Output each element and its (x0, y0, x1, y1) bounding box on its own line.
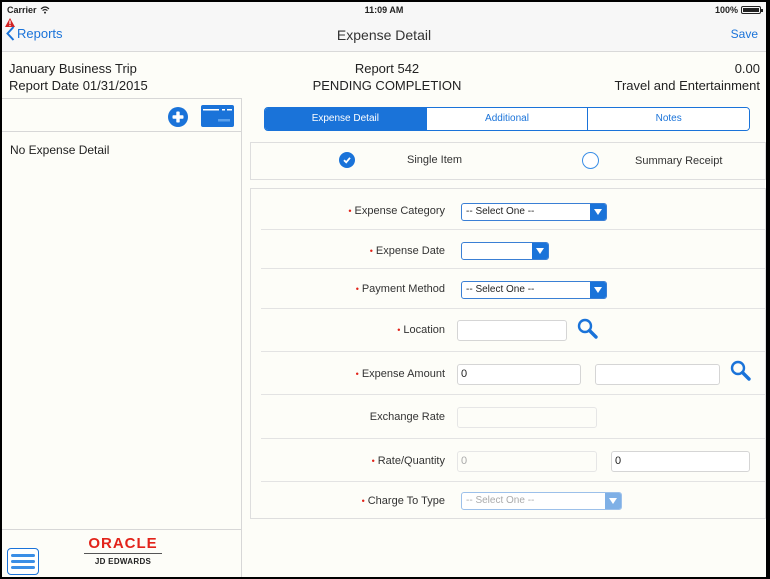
expense-date-select[interactable] (461, 242, 549, 260)
report-amount: 0.00 (734, 61, 760, 76)
report-summary-left: January Business Trip Report Date 01/31/… (9, 60, 148, 94)
single-item-label: Single Item (407, 154, 463, 166)
status-bar: Carrier 11:09 AM 100% (2, 2, 766, 18)
add-expense-icon[interactable] (168, 107, 188, 127)
currency-input[interactable] (595, 364, 720, 385)
charge-to-type-row: • Charge To Type -- Select One -- (251, 482, 765, 519)
required-marker: • (361, 496, 365, 506)
unchecked-radio-icon (582, 152, 599, 169)
expense-category-row: • Expense Category -- Select One -- (251, 189, 765, 230)
rate-input[interactable]: 0 (457, 451, 597, 472)
report-summary-center: Report 542 PENDING COMPLETION (242, 60, 532, 94)
dropdown-arrow-icon (605, 493, 621, 509)
location-label: • Location (397, 324, 445, 336)
jd-edwards-logo-text: JD EDWARDS (94, 557, 152, 566)
tab-expense-detail[interactable]: Expense Detail (265, 108, 426, 130)
page-title: Expense Detail (336, 27, 432, 43)
detail-tabs: Expense Detail Additional Notes (264, 107, 750, 131)
dropdown-arrow-icon (590, 282, 606, 298)
battery-info: 100% (714, 5, 763, 15)
clock: 11:09 AM (364, 5, 404, 15)
report-type: Travel and Entertainment (614, 78, 760, 93)
expense-list-toolbar (2, 99, 241, 132)
hamburger-icon-line (11, 560, 35, 563)
report-number: Report 542 (354, 61, 420, 76)
battery-percent: 100% (714, 5, 738, 15)
required-marker: • (369, 246, 373, 256)
battery-icon (741, 6, 763, 14)
receipt-type-selector: Single Item Summary Receipt (250, 142, 766, 180)
expense-category-select[interactable]: -- Select One -- (461, 203, 607, 221)
expense-amount-row: • Expense Amount 0 (251, 352, 765, 395)
empty-list-message: No Expense Detail (10, 143, 110, 157)
menu-button[interactable] (7, 548, 39, 575)
charge-to-type-label: • Charge To Type (361, 495, 445, 507)
required-marker: • (355, 284, 359, 294)
quantity-input[interactable]: 0 (611, 451, 750, 472)
expense-date-row: • Expense Date (251, 230, 765, 269)
expense-category-label: • Expense Category (348, 205, 445, 217)
expense-amount-label: • Expense Amount (355, 368, 445, 380)
tab-notes[interactable]: Notes (587, 108, 749, 130)
charge-to-type-select[interactable]: -- Select One -- (461, 492, 622, 510)
rate-quantity-label: • Rate/Quantity (371, 455, 445, 467)
required-marker: • (371, 456, 375, 466)
navigation-bar: Reports Expense Detail Save (2, 18, 766, 52)
summary-receipt-label: Summary Receipt (635, 154, 723, 167)
currency-search-icon[interactable] (730, 360, 752, 382)
exchange-rate-input[interactable] (457, 407, 597, 428)
oracle-logo-text: ORACLE (84, 536, 162, 554)
tab-additional[interactable]: Additional (425, 108, 588, 130)
required-marker: • (348, 206, 352, 216)
dropdown-arrow-icon (532, 243, 548, 259)
payment-method-select[interactable]: -- Select One -- (461, 281, 607, 299)
report-status: PENDING COMPLETION (312, 78, 462, 93)
expense-list-panel: No Expense Detail ORACLE JD EDWARDS (2, 98, 242, 577)
payment-method-label: • Payment Method (355, 283, 445, 295)
exchange-rate-row: Exchange Rate (251, 395, 765, 439)
expense-amount-input[interactable]: 0 (457, 364, 581, 385)
required-marker: • (397, 325, 401, 335)
report-date: Report Date 01/31/2015 (9, 78, 148, 93)
trip-name: January Business Trip (9, 61, 137, 76)
payment-method-row: • Payment Method -- Select One -- (251, 269, 765, 309)
app-frame: Carrier 11:09 AM 100% Reports Expense De… (2, 2, 766, 577)
report-summary-right: 0.00 Travel and Entertainment (615, 60, 760, 94)
single-item-option[interactable]: Single Item (339, 152, 462, 168)
hamburger-icon-line (11, 566, 35, 569)
expense-date-label: • Expense Date (369, 245, 445, 257)
checked-radio-icon (339, 152, 355, 168)
location-row: • Location (251, 309, 765, 352)
oracle-jd-edwards-logo: ORACLE JD EDWARDS (84, 536, 162, 566)
expense-detail-form: • Expense Category -- Select One -- • Expe… (250, 188, 766, 519)
save-button[interactable]: Save (731, 27, 758, 41)
exchange-rate-label: Exchange Rate (369, 411, 445, 423)
hamburger-icon-line (11, 554, 35, 557)
location-search-icon[interactable] (577, 318, 599, 340)
left-panel-footer: ORACLE JD EDWARDS (2, 529, 241, 577)
required-marker: • (355, 369, 359, 379)
location-input[interactable] (457, 320, 567, 341)
dropdown-arrow-icon (590, 204, 606, 220)
rate-quantity-row: • Rate/Quantity 0 0 (251, 439, 765, 482)
credit-card-icon[interactable] (201, 105, 234, 127)
summary-receipt-option[interactable]: Summary Receipt (582, 152, 722, 169)
